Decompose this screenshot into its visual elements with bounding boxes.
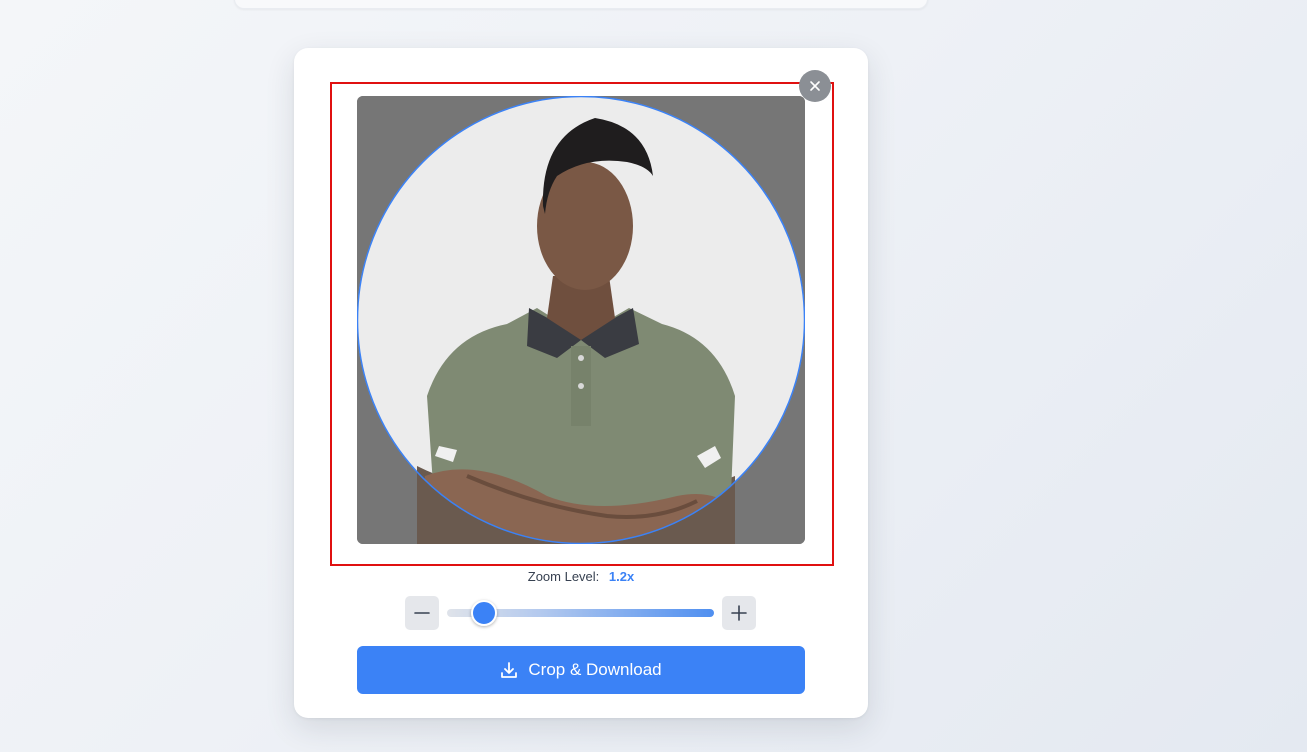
zoom-out-button[interactable] xyxy=(405,596,439,630)
minus-icon xyxy=(414,612,430,614)
profile-photo xyxy=(357,96,805,544)
crop-download-button[interactable]: Crop & Download xyxy=(357,646,805,694)
top-panel-edge xyxy=(234,0,928,9)
plus-icon xyxy=(731,605,747,621)
crop-download-label: Crop & Download xyxy=(528,660,662,679)
zoom-in-button[interactable] xyxy=(722,596,756,630)
zoom-level-display: Zoom Level: 1.2x xyxy=(357,569,805,584)
close-button[interactable] xyxy=(799,70,831,102)
download-icon xyxy=(500,661,518,679)
zoom-value: 1.2x xyxy=(608,569,635,584)
crop-area[interactable] xyxy=(357,96,805,544)
zoom-label: Zoom Level: xyxy=(527,569,600,584)
close-icon xyxy=(810,81,820,91)
